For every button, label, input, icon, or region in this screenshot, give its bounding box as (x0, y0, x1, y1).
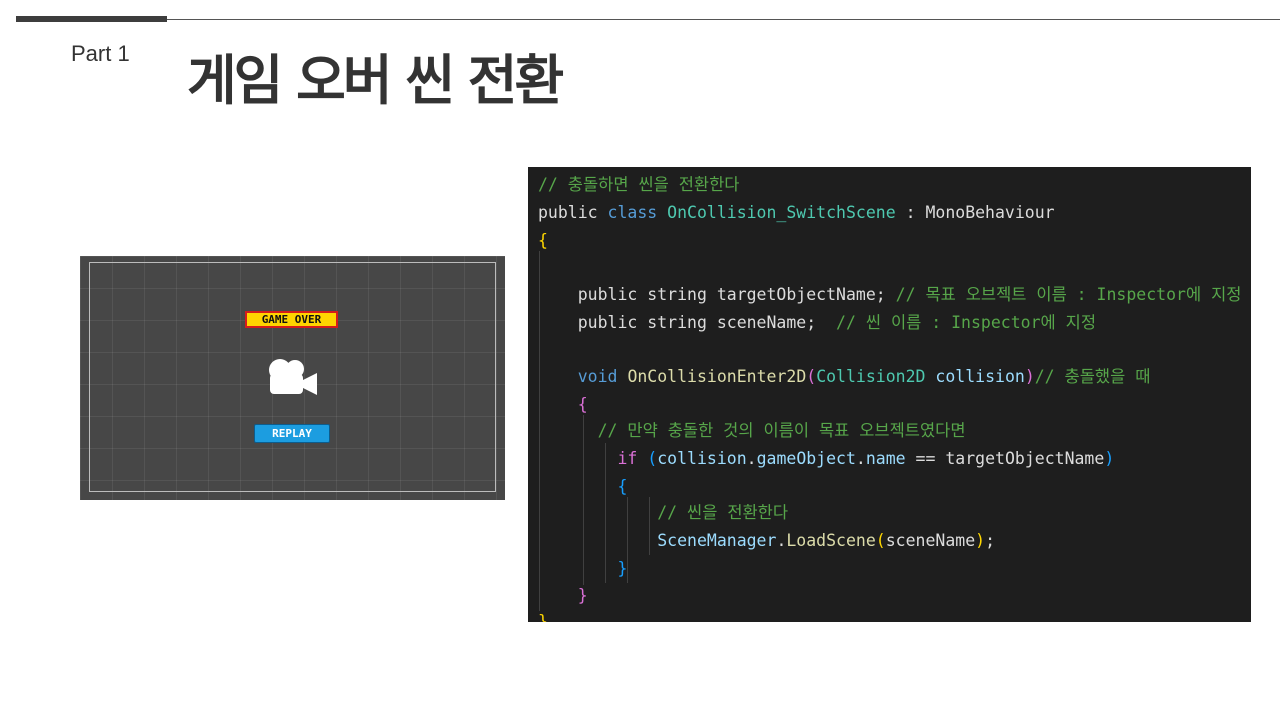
code-comment: // 목표 오브젝트 이름 : Inspector에 지정 (885, 285, 1242, 304)
code-punct: : (895, 203, 926, 222)
code-argument: sceneName (885, 531, 976, 550)
code-field-decl: public string targetObjectName; (577, 285, 886, 304)
code-line-5: public string targetObjectName; // 목표 오브… (538, 284, 1242, 306)
code-punct: ; (985, 531, 995, 550)
code-line-10: // 만약 충돌한 것의 이름이 목표 오브젝트였다면 (538, 420, 966, 442)
code-keyword: class (607, 203, 658, 222)
code-class-ref: SceneManager (657, 531, 777, 550)
code-line-13: // 씬을 전환한다 (538, 502, 788, 524)
code-keyword: void (577, 367, 618, 386)
game-over-banner: GAME OVER (245, 311, 338, 328)
scene-preview: GAME OVER REPLAY (80, 256, 505, 500)
code-paren: ( (875, 531, 886, 550)
code-line-12: { (538, 476, 627, 498)
code-line-17: } (538, 611, 548, 622)
code-line-15: } (538, 558, 627, 580)
code-identifier: targetObjectName (945, 449, 1105, 468)
code-brace: { (538, 231, 548, 250)
code-punct: . (855, 449, 866, 468)
code-identifier: gameObject (756, 449, 856, 468)
code-line-8: void OnCollisionEnter2D(Collision2D coll… (538, 366, 1151, 388)
code-base-class: MonoBehaviour (925, 203, 1055, 222)
code-line-2: public class OnCollision_SwitchScene : M… (538, 202, 1055, 224)
code-editor: // 충돌하면 씬을 전환한다 public class OnCollision… (528, 167, 1251, 622)
code-comment: // 충돌했을 때 (1034, 367, 1151, 386)
code-class-name: OnCollision_SwitchScene (667, 203, 896, 222)
code-brace: { (617, 477, 628, 496)
code-comment: // 씬 이름 : Inspector에 지정 (816, 313, 1096, 332)
code-keyword: if (617, 449, 638, 468)
code-line-3: { (538, 230, 548, 252)
code-brace: } (617, 559, 628, 578)
code-line-16: } (538, 585, 588, 607)
code-brace: { (577, 395, 588, 414)
code-method-call: LoadScene (786, 531, 876, 550)
title-accent-bar (16, 16, 167, 22)
code-identifier: name (865, 449, 906, 468)
code-comment: // 씬을 전환한다 (657, 503, 789, 522)
code-operator: == (905, 449, 946, 468)
replay-button: REPLAY (254, 424, 330, 443)
code-line-14: SceneManager.LoadScene(sceneName); (538, 530, 995, 552)
code-paren: ( (647, 449, 658, 468)
code-param: collision (935, 367, 1025, 386)
code-brace: } (538, 612, 548, 622)
code-punct: . (746, 449, 757, 468)
page-title: 게임 오버 씬 전환 (187, 49, 564, 112)
code-line-6: public string sceneName; // 씬 이름 : Inspe… (538, 312, 1096, 334)
code-line-1: // 충돌하면 씬을 전환한다 (538, 174, 739, 196)
code-field-decl: public string sceneName; (577, 313, 817, 332)
code-paren: ) (1024, 367, 1035, 386)
code-brace: } (577, 586, 588, 605)
part-label: Part 1 (71, 41, 130, 66)
video-camera-icon (269, 359, 317, 395)
code-identifier: collision (657, 449, 747, 468)
code-paren: ) (1104, 449, 1115, 468)
code-comment: // 충돌하면 씬을 전환한다 (538, 175, 740, 194)
code-paren: ( (806, 367, 817, 386)
code-line-9: { (538, 394, 588, 416)
code-keyword: public (538, 203, 598, 222)
code-punct: . (776, 531, 787, 550)
code-type: Collision2D (816, 367, 926, 386)
code-comment: // 만약 충돌한 것의 이름이 목표 오브젝트였다면 (597, 421, 966, 440)
code-method-name: OnCollisionEnter2D (627, 367, 807, 386)
title-divider-line (167, 19, 1280, 20)
code-line-11: if (collision.gameObject.name == targetO… (538, 448, 1114, 470)
code-paren: ) (975, 531, 986, 550)
